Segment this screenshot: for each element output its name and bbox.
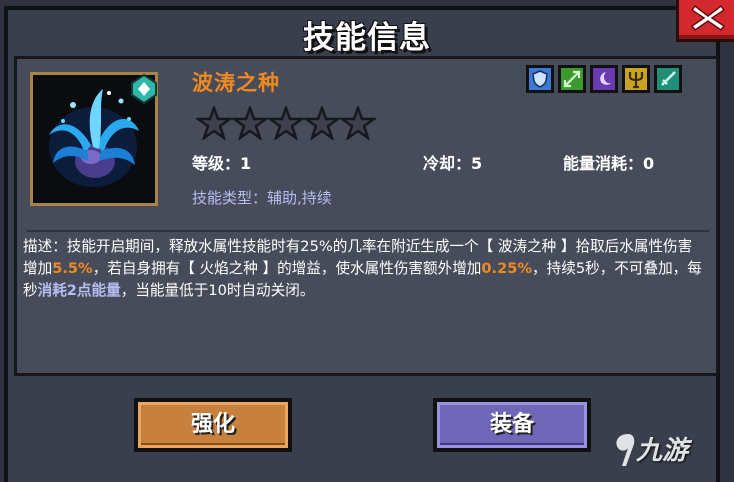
- arrows-badge[interactable]: [558, 65, 586, 93]
- moon-badge[interactable]: [590, 65, 618, 93]
- level-stat: 等级：1: [192, 154, 252, 173]
- skill-type: 技能类型：辅助,持续: [192, 189, 332, 207]
- watermark-logo-icon: [616, 434, 635, 466]
- arrows-icon: [563, 70, 581, 88]
- energy-cost-stat: 能量消耗：0: [563, 154, 655, 173]
- moon-icon: [600, 72, 611, 85]
- close-icon: [691, 4, 725, 32]
- star-empty-icon: [196, 106, 232, 140]
- star-empty-icon: [268, 106, 304, 140]
- sword-badge[interactable]: [654, 65, 682, 93]
- shield-badge[interactable]: [526, 65, 554, 93]
- window-title: 技能信息: [303, 20, 431, 56]
- equip-button[interactable]: 装备: [433, 398, 591, 452]
- shield-icon: [532, 70, 548, 88]
- skill-description: 描述：技能开启期间，释放水属性技能时有25%的几率在附近生成一个【 波涛之种 】…: [23, 238, 702, 299]
- divider: [27, 230, 709, 232]
- star-empty-icon: [232, 106, 268, 140]
- upgrade-button[interactable]: 强化: [134, 398, 292, 452]
- trident-badge[interactable]: [622, 65, 650, 93]
- star-empty-icon: [340, 106, 376, 140]
- cooldown-stat: 冷却：5: [423, 154, 483, 173]
- trident-icon: [628, 72, 644, 89]
- sword-icon: [661, 71, 676, 86]
- watermark-text: 九游: [636, 436, 689, 466]
- close-button[interactable]: [676, 0, 734, 42]
- element-badges: [526, 65, 682, 93]
- gem-badge-icon: [131, 74, 157, 104]
- star-rating: [196, 106, 376, 140]
- star-empty-icon: [304, 106, 340, 140]
- skill-name: 波涛之种: [192, 71, 280, 95]
